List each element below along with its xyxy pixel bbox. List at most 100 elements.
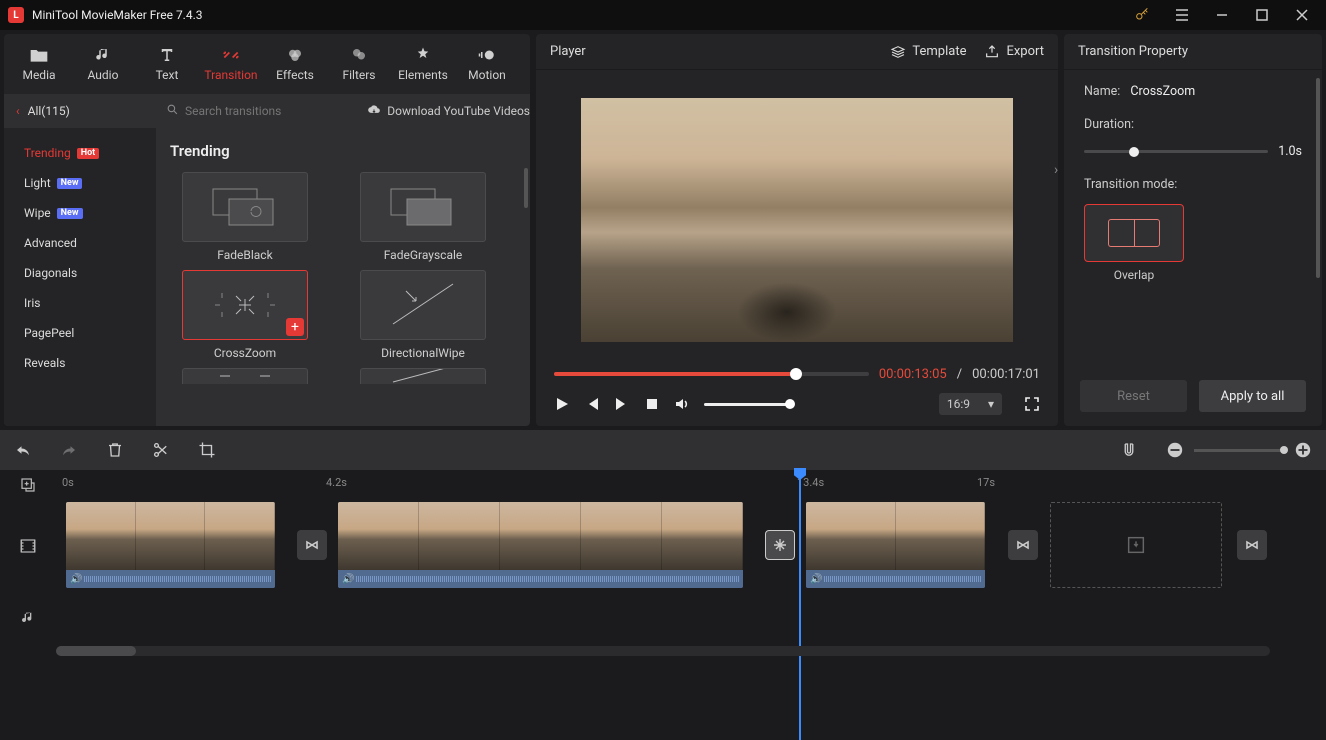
category-label: Advanced [24, 236, 77, 250]
tab-elements[interactable]: Elements [392, 40, 454, 88]
license-key-button[interactable] [1122, 0, 1162, 30]
transition-fadeblack[interactable]: FadeBlack [170, 172, 320, 262]
transition-label: CrossZoom [214, 346, 276, 360]
ruler-tick: 17s [977, 476, 995, 489]
transition-slot[interactable] [1237, 530, 1267, 560]
apply-all-button[interactable]: Apply to all [1199, 380, 1306, 412]
template-button[interactable]: Template [890, 44, 966, 60]
undo-button[interactable] [14, 441, 32, 459]
ruler[interactable]: 0s4.2s13.4s17s [0, 470, 1326, 500]
tab-motion[interactable]: Motion [456, 40, 518, 88]
transition-label: FadeGrayscale [384, 248, 463, 262]
split-button[interactable] [152, 441, 170, 459]
video-track-body[interactable]: 🔊 🔊 🔊 [56, 500, 1326, 592]
transition-directionalwipe[interactable]: DirectionalWipe [348, 270, 498, 360]
menu-button[interactable] [1162, 0, 1202, 30]
add-track-button[interactable] [0, 477, 56, 493]
reset-button[interactable]: Reset [1080, 380, 1187, 412]
export-button[interactable]: Export [984, 44, 1044, 60]
player-header: Player Template Export [536, 34, 1058, 70]
property-footer: Reset Apply to all [1064, 370, 1322, 426]
video-clip[interactable]: 🔊 [66, 502, 275, 588]
tab-label: Motion [468, 68, 506, 82]
transition-label: DirectionalWipe [381, 346, 465, 360]
category-trending[interactable]: Trending Hot [4, 138, 156, 168]
category-light[interactable]: Light New [4, 168, 156, 198]
tab-label: Audio [88, 68, 119, 82]
app-title: MiniTool MovieMaker Free 7.4.3 [32, 8, 1122, 22]
transition-property-panel: › Transition Property Name: CrossZoom Du… [1064, 34, 1322, 426]
stop-button[interactable] [644, 396, 660, 412]
music-track [0, 592, 1326, 644]
category-label: Trending [24, 146, 71, 160]
transition-slot[interactable] [765, 530, 795, 560]
category-reveals[interactable]: Reveals [4, 348, 156, 378]
crop-button[interactable] [198, 441, 216, 459]
category-label: Diagonals [24, 266, 77, 280]
tab-filters[interactable]: Filters [328, 40, 390, 88]
category-advanced[interactable]: Advanced [4, 228, 156, 258]
add-icon[interactable]: + [286, 318, 304, 336]
transition-item-partial[interactable] [170, 368, 320, 384]
duration-slider[interactable] [1084, 150, 1268, 153]
tab-strip: Media Audio Text Transition Effects Filt… [4, 34, 530, 94]
next-button[interactable] [614, 396, 630, 412]
close-button[interactable] [1282, 0, 1322, 30]
tab-audio[interactable]: Audio [72, 40, 134, 88]
music-track-body[interactable] [56, 592, 1326, 644]
transition-fadegrayscale[interactable]: FadeGrayscale [348, 172, 498, 262]
speaker-icon: 🔊 [70, 574, 82, 585]
library-panel: Media Audio Text Transition Effects Filt… [4, 34, 530, 426]
download-youtube-link[interactable]: Download YouTube Videos [367, 104, 530, 119]
aspect-ratio-dropdown[interactable]: 16:9 ▾ [939, 393, 1002, 415]
volume-slider[interactable] [704, 403, 790, 406]
zoom-in-button[interactable] [1294, 441, 1312, 459]
redo-button[interactable] [60, 441, 78, 459]
minimize-button[interactable] [1202, 0, 1242, 30]
category-diagonals[interactable]: Diagonals [4, 258, 156, 288]
transition-slot[interactable] [297, 530, 327, 560]
video-clip[interactable]: 🔊 [806, 502, 985, 588]
tab-media[interactable]: Media [8, 40, 70, 88]
transition-item-partial[interactable] [348, 368, 498, 384]
volume-button[interactable] [674, 396, 690, 412]
transition-label: FadeBlack [217, 248, 272, 262]
delete-button[interactable] [106, 441, 124, 459]
duration-label: Duration: [1084, 117, 1302, 132]
category-iris[interactable]: Iris [4, 288, 156, 318]
category-crumb[interactable]: ‹ All(115) [16, 104, 156, 118]
category-pagepeel[interactable]: PagePeel [4, 318, 156, 348]
zoom-controls [1166, 441, 1312, 459]
tab-effects[interactable]: Effects [264, 40, 326, 88]
maximize-button[interactable] [1242, 0, 1282, 30]
time-separator: / [957, 367, 962, 382]
tab-label: Elements [398, 68, 448, 82]
zoom-slider[interactable] [1194, 449, 1284, 452]
aspect-ratio-value: 16:9 [947, 397, 970, 411]
property-scrollbar[interactable] [1316, 78, 1320, 278]
grid-scrollbar[interactable] [524, 128, 530, 426]
timeline-hscroll[interactable] [56, 646, 1270, 656]
mode-label: Transition mode: [1084, 177, 1302, 192]
preview-viewport[interactable] [554, 80, 1040, 360]
collapse-chevron-icon[interactable]: › [1054, 162, 1058, 178]
time-total: 00:00:17:01 [972, 367, 1040, 382]
prev-button[interactable] [584, 396, 600, 412]
tab-transition[interactable]: Transition [200, 40, 262, 88]
category-list: Trending Hot Light New Wipe New Advanced [4, 128, 156, 426]
seek-bar[interactable] [554, 372, 869, 376]
transition-slot[interactable] [1008, 530, 1038, 560]
fullscreen-button[interactable] [1024, 396, 1040, 412]
video-clip[interactable]: 🔊 [338, 502, 743, 588]
drop-placeholder[interactable] [1050, 502, 1222, 588]
search-input[interactable] [185, 104, 325, 118]
category-wipe[interactable]: Wipe New [4, 198, 156, 228]
mode-overlap[interactable] [1084, 204, 1184, 262]
category-label: Wipe [24, 206, 51, 220]
snap-button[interactable] [1120, 441, 1138, 459]
play-button[interactable] [554, 396, 570, 412]
tab-text[interactable]: Text [136, 40, 198, 88]
transition-crosszoom[interactable]: + CrossZoom [170, 270, 320, 360]
transition-grid: Trending FadeBlack FadeGrays [156, 128, 530, 426]
zoom-out-button[interactable] [1166, 441, 1184, 459]
